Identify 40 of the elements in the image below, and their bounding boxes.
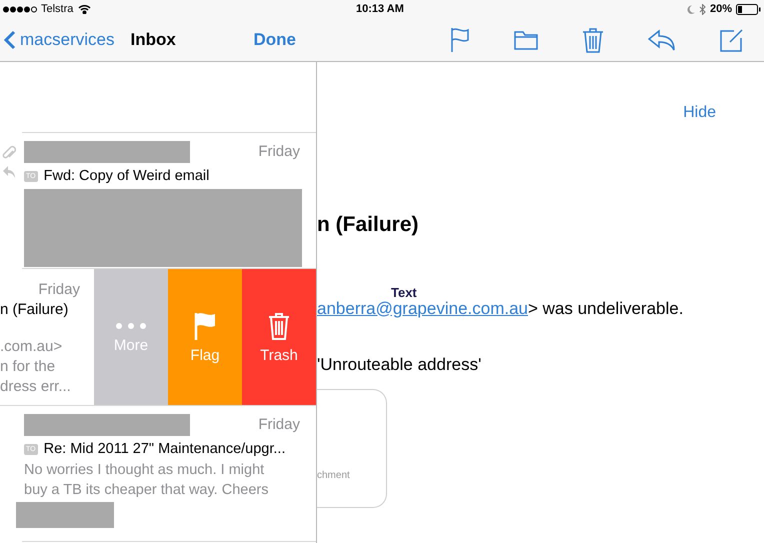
carrier-name: Telstra [41,2,74,17]
moon-icon [686,4,695,14]
bluetooth-icon [698,4,706,14]
email-link[interactable]: anberra@grapevine.com.au [317,298,528,318]
trash-icon[interactable] [582,26,604,52]
signal-strength-icon [3,6,37,12]
back-button[interactable]: macservices [4,26,114,52]
flag-icon[interactable] [450,26,470,52]
wifi-icon [78,4,92,14]
done-button[interactable]: Done [254,26,296,52]
text-label: Text [391,284,417,302]
hide-button[interactable]: Hide [683,101,716,125]
battery-percent: 20% [710,2,732,17]
folder-icon[interactable] [514,30,538,50]
flag-action-button[interactable]: Flag [168,269,242,405]
message-subject: n (Failure) [0,301,70,319]
trash-icon [268,312,290,340]
message-preview: buy a TB its cheaper that way. Cheers [24,481,270,500]
more-icon [114,322,148,330]
chevron-left-icon [4,30,16,50]
message-preview: dress err... [0,377,72,397]
status-time: 10:13 AM [356,2,404,17]
reply-icon[interactable] [648,28,676,50]
message-subject: Re: Mid 2011 27" Maintenance/upgr... [44,440,286,458]
battery-icon [736,4,761,14]
message-date: Friday [258,142,300,162]
compose-icon[interactable] [720,28,744,52]
attachment-card[interactable]: chment [317,389,387,508]
message-preview: .com.au> [0,337,64,357]
message-date: Friday [38,281,81,299]
failure-reason: 'Unrouteable address' [317,354,482,376]
message-date: Friday [258,415,300,435]
nav-title: Inbox [130,28,176,51]
message-heading: n (Failure) [317,212,420,238]
message-subject: Fwd: Copy of Weird email [44,166,210,186]
message-preview: No worries I thought as much. I might [24,461,266,480]
trash-action-button[interactable]: Trash [242,269,316,405]
message-preview: n for the [0,357,56,377]
flag-icon [194,312,216,340]
undeliverable-line: anberra@grapevine.com.au> was undeliverable. [317,298,684,318]
